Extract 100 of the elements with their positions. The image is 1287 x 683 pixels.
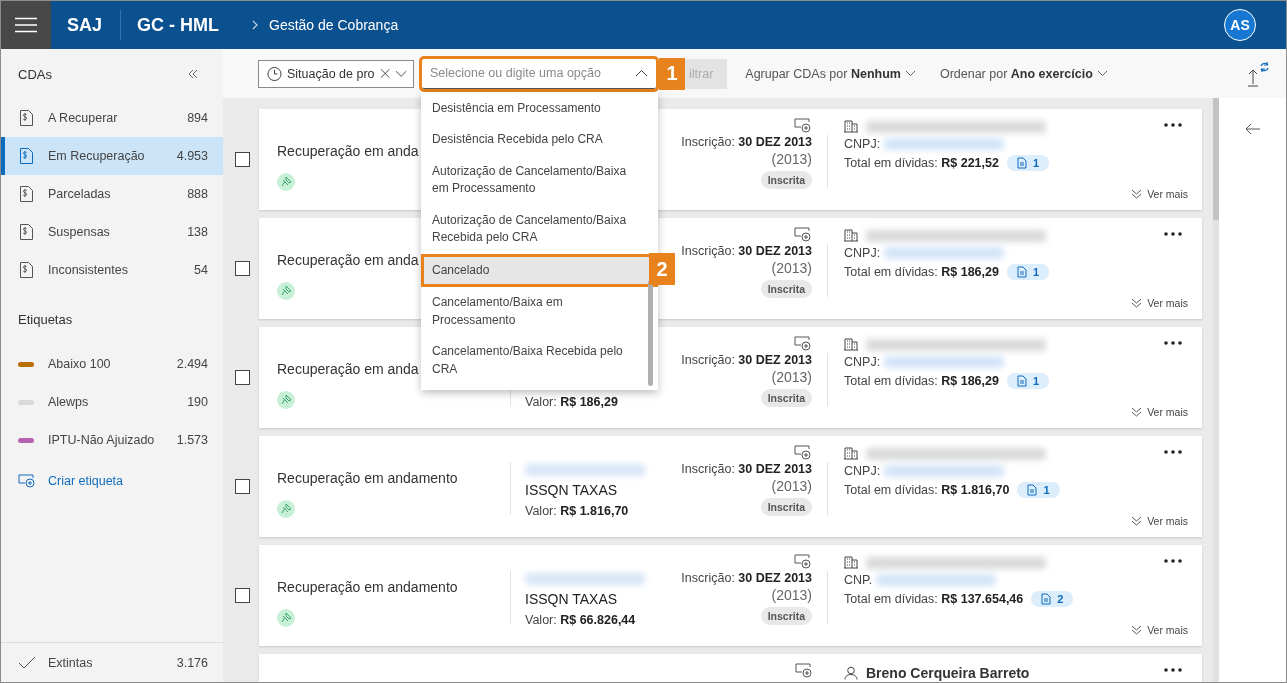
menu-button[interactable]: [1, 1, 51, 49]
year-text: (2013): [771, 260, 812, 276]
dropdown-option[interactable]: Cancelamento/Baixa Recebida pelo CRA: [421, 336, 658, 385]
dropdown-option[interactable]: Desistência Recebida pelo CRA: [421, 124, 658, 156]
see-more-link[interactable]: Ver mais: [1131, 406, 1188, 418]
card-title: Recuperação em andamento: [277, 579, 458, 595]
cnpj-label: CNPJ:: [844, 246, 881, 260]
more-options-icon[interactable]: [1164, 668, 1182, 672]
sort-by-menu[interactable]: Ordenar por Ano exercício: [939, 66, 1093, 81]
building-icon: [844, 120, 858, 133]
more-options-icon[interactable]: [1164, 559, 1182, 563]
cnpj-label: CNPJ:: [844, 464, 881, 478]
status-pill: Inscrita: [760, 171, 812, 189]
collapse-icon[interactable]: [187, 68, 199, 80]
building-icon: [844, 338, 858, 351]
chevron-down-icon: [904, 70, 916, 77]
more-options-icon[interactable]: [1164, 450, 1182, 454]
create-tag-link[interactable]: Criar etiqueta: [1, 462, 223, 500]
sidebar-item[interactable]: Em Recuperação 4.953: [1, 137, 223, 175]
gavel-icon: [277, 391, 295, 409]
total-debts: Total em dívidas: R$ 186,29: [844, 374, 999, 388]
documents-badge[interactable]: 1: [1006, 264, 1050, 280]
inscription-date: Inscrição: 30 DEZ 2013: [681, 353, 812, 367]
documents-badge[interactable]: 1: [1006, 155, 1050, 171]
user-avatar[interactable]: AS: [1224, 9, 1256, 41]
dropdown-option[interactable]: Autorização de Cancelamento/Baixa em Processamento: [421, 155, 658, 205]
add-tag-icon[interactable]: [794, 554, 812, 569]
more-options-icon[interactable]: [1164, 232, 1182, 236]
select-field[interactable]: Selecione ou digite uma opção: [422, 58, 656, 89]
building-icon: [844, 556, 858, 569]
documents-badge[interactable]: 1: [1017, 482, 1060, 498]
year-text: (2013): [771, 587, 812, 603]
see-more-link[interactable]: Ver mais: [1131, 297, 1188, 309]
sidebar-item[interactable]: A Recuperar 894: [1, 99, 223, 137]
gavel-icon: [277, 282, 295, 300]
sidebar-item[interactable]: Inconsistentes 54: [1, 251, 223, 289]
breadcrumb[interactable]: Gestão de Cobrança: [269, 17, 399, 33]
card-title: Recuperação em anda: [277, 252, 419, 268]
year-text: (2013): [771, 151, 812, 167]
checkbox[interactable]: [235, 370, 250, 385]
add-tag-icon[interactable]: [794, 118, 812, 133]
double-chevron-icon: [1131, 407, 1143, 417]
callout-number: 1: [659, 57, 685, 90]
value-text: Valor: R$ 66.826,44: [525, 613, 636, 627]
cnpj-label: CNPJ:: [844, 355, 881, 369]
see-more-link[interactable]: Ver mais: [1131, 188, 1188, 200]
chevron-down-icon[interactable]: [394, 69, 407, 78]
add-tag-icon[interactable]: [795, 663, 813, 678]
documents-badge[interactable]: 2: [1031, 591, 1074, 607]
card-title: Recuperação em anda: [277, 361, 419, 377]
section-title: CDAs: [18, 66, 52, 82]
double-chevron-icon: [1131, 298, 1143, 308]
person-icon: [844, 666, 858, 680]
status-pill: Inscrita: [760, 389, 812, 407]
checkbox[interactable]: [235, 588, 250, 603]
callout-number: 2: [649, 253, 675, 285]
scrollbar[interactable]: [1213, 98, 1219, 682]
document-icon: [18, 261, 36, 279]
inscription-date: Inscrição: 30 DEZ 2013: [681, 571, 812, 585]
dropdown-option[interactable]: Cancelado: [421, 253, 658, 287]
checkbox[interactable]: [235, 479, 250, 494]
group-by-menu[interactable]: Agrupar CDAs por Nenhum: [745, 66, 901, 81]
documents-badge[interactable]: 1: [1006, 373, 1050, 389]
back-arrow-icon[interactable]: [1244, 123, 1261, 135]
more-options-icon[interactable]: [1164, 123, 1182, 127]
inscription-date: Inscrição: 30 DEZ 2013: [681, 135, 812, 149]
gavel-icon: [277, 173, 295, 191]
sidebar-item[interactable]: Suspensas 138: [1, 213, 223, 251]
more-options-icon[interactable]: [1164, 341, 1182, 345]
tag-item[interactable]: Alewps 190: [1, 383, 223, 421]
dropdown-option[interactable]: Cancelamento/Baixa em Processamento: [421, 287, 658, 336]
add-tag-icon[interactable]: [794, 227, 812, 242]
export-refresh-icon[interactable]: [1245, 59, 1271, 88]
total-debts: Total em dívidas: R$ 137.654,46: [844, 592, 1024, 606]
filter-chip[interactable]: Situação de pro: [258, 59, 414, 88]
sidebar-item[interactable]: Parceladas 888: [1, 175, 223, 213]
year-text: (2013): [771, 478, 812, 494]
document-icon: [18, 185, 36, 203]
chevron-down-icon: [1096, 70, 1108, 77]
double-chevron-icon: [1131, 189, 1143, 199]
card-title: Recuperação em andamento: [277, 470, 458, 486]
person-name: Breno Cerqueira Barreto: [866, 665, 1030, 681]
add-tag-icon[interactable]: [794, 445, 812, 460]
value-text: Valor: R$ 186,29: [525, 395, 618, 409]
menu-icon: [15, 17, 37, 33]
see-more-link[interactable]: Ver mais: [1131, 515, 1188, 527]
tag-item[interactable]: Abaixo 100 2.494: [1, 345, 223, 383]
section-title: Etiquetas: [18, 311, 73, 327]
tag-item[interactable]: IPTU-Não Ajuizado 1.573: [1, 421, 223, 459]
dropdown-option[interactable]: Desistência em Processamento: [421, 92, 658, 124]
checkbox[interactable]: [235, 261, 250, 276]
total-debts: Total em dívidas: R$ 1.816,70: [844, 483, 1010, 497]
module-name: GC - HML: [137, 14, 219, 36]
see-more-link[interactable]: Ver mais: [1131, 624, 1188, 636]
checkbox[interactable]: [235, 152, 250, 167]
check-icon: [18, 655, 36, 670]
clock-icon: [267, 65, 282, 82]
dropdown-option[interactable]: Autorização de Cancelamento/Baixa Recebida pelo CRA: [421, 204, 658, 254]
add-tag-icon[interactable]: [794, 336, 812, 351]
close-icon[interactable]: [379, 68, 390, 79]
